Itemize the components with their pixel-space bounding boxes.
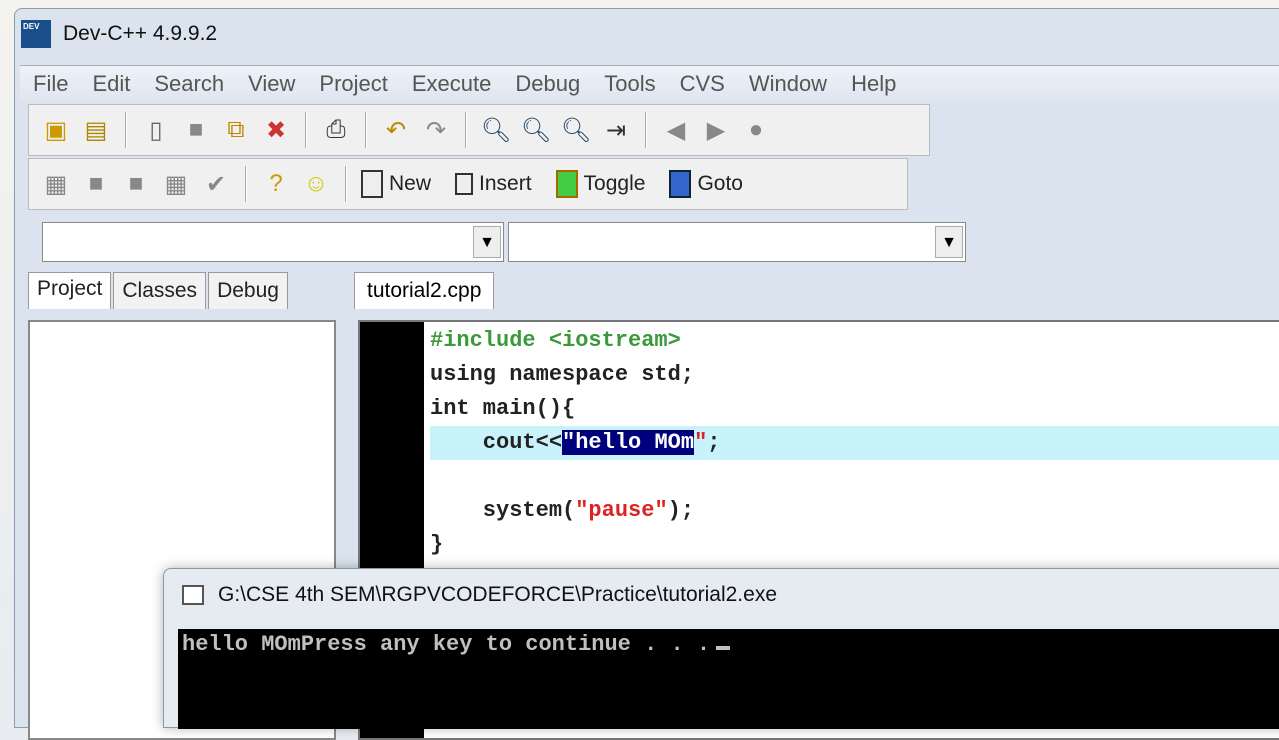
compile-run-icon[interactable]: ■ [121,168,151,200]
window-title: Dev-C++ 4.9.9.2 [63,22,218,45]
separator [645,112,647,148]
menu-project[interactable]: Project [319,71,387,97]
class-combo[interactable]: ▼ [42,222,504,262]
selected-text: "hello MOm [562,430,695,455]
rebuild-icon[interactable]: ▦ [161,168,191,200]
menu-window[interactable]: Window [749,71,827,97]
menu-execute[interactable]: Execute [412,71,492,97]
menu-tools[interactable]: Tools [604,71,655,97]
insert-icon [455,173,474,195]
menu-edit[interactable]: Edit [92,71,130,97]
close-file-icon[interactable]: ✖ [261,114,291,146]
menu-view[interactable]: View [248,71,295,97]
new-file-icon[interactable]: ▯ [141,114,171,146]
text-cursor [716,646,731,650]
redo-icon[interactable]: ↷ [421,114,451,146]
secondary-toolbar: ▦ ■ ■ ▦ ✔ ? ☺ New Insert Toggle Goto [28,158,908,210]
open-project-icon[interactable]: ▣ [41,114,71,146]
compile-icon[interactable]: ▦ [41,168,71,200]
code-line: #include <iostream> [430,328,681,353]
tab-classes[interactable]: Classes [113,272,207,309]
code-line: } [430,532,444,557]
menu-debug[interactable]: Debug [515,71,580,97]
menu-cvs[interactable]: CVS [680,71,725,97]
separator [345,166,347,202]
find-icon[interactable]: 🔍︎ [481,114,511,146]
console-icon [182,585,204,605]
chevron-down-icon[interactable]: ▼ [935,226,963,258]
check-icon[interactable]: ✔ [201,168,231,200]
insert-button[interactable]: Insert [455,172,532,196]
run-icon[interactable]: ■ [81,168,111,200]
code-line: system("pause"); [430,498,695,523]
replace-icon[interactable]: 🔍︎ [521,114,551,146]
menu-bar: File Edit Search View Project Execute De… [20,65,1279,101]
left-panel-tabs: Project Classes Debug [28,272,290,309]
stop-icon[interactable]: ● [741,114,771,146]
title-bar: DEV Dev-C++ 4.9.9.2 [21,19,217,49]
separator [365,112,367,148]
console-title-bar: G:\CSE 4th SEM\RGPVCODEFORCE\Practice\tu… [182,583,777,607]
separator [125,112,127,148]
tab-project[interactable]: Project [28,272,112,309]
console-title: G:\CSE 4th SEM\RGPVCODEFORCE\Practice\tu… [218,583,778,606]
menu-help[interactable]: Help [851,71,896,97]
new-class-button[interactable]: New [361,170,431,198]
tab-tutorial2-cpp[interactable]: tutorial2.cpp [354,272,495,309]
main-toolbar: ▣ ▤ ▯ ■ ⧉ ✖ ⎙ ↶ ↷ 🔍︎ 🔍︎ 🔍︎ ⇥ ◀ ▶ ● [28,104,930,156]
about-icon[interactable]: ☺ [301,168,331,200]
code-line: int main(){ [430,396,576,421]
save-icon[interactable]: ■ [181,114,211,146]
menu-file[interactable]: File [33,71,68,97]
goto-bookmark-button[interactable]: Goto [669,170,743,198]
open-file-icon[interactable]: ▤ [81,114,111,146]
save-all-icon[interactable]: ⧉ [221,114,251,146]
tab-debug[interactable]: Debug [208,272,288,309]
undo-icon[interactable]: ↶ [381,114,411,146]
bookmark-prev-icon[interactable]: ◀ [661,114,691,146]
goto-line-icon[interactable]: ⇥ [601,114,631,146]
bookmark-next-icon[interactable]: ▶ [701,114,731,146]
toggle-bookmark-button[interactable]: Toggle [555,170,645,198]
code-content[interactable]: #include <iostream> using namespace std;… [430,324,1279,562]
app-icon: DEV [21,20,51,48]
code-line-active: cout<<"hello MOm"; [430,426,1279,460]
print-icon[interactable]: ⎙ [321,114,351,146]
separator [245,166,247,202]
console-window[interactable]: G:\CSE 4th SEM\RGPVCODEFORCE\Practice\tu… [163,568,1279,729]
chevron-down-icon[interactable]: ▼ [473,226,501,258]
help-icon[interactable]: ? [261,168,291,200]
toggle-icon [555,170,578,198]
member-combo[interactable]: ▼ [508,222,966,262]
new-icon [361,170,383,198]
console-output[interactable]: hello MOmPress any key to continue . . . [178,629,1279,729]
separator [465,112,467,148]
code-line: using namespace std; [430,362,695,387]
separator [305,112,307,148]
find-next-icon[interactable]: 🔍︎ [561,114,591,146]
menu-search[interactable]: Search [154,71,224,97]
goto-icon [669,170,692,198]
